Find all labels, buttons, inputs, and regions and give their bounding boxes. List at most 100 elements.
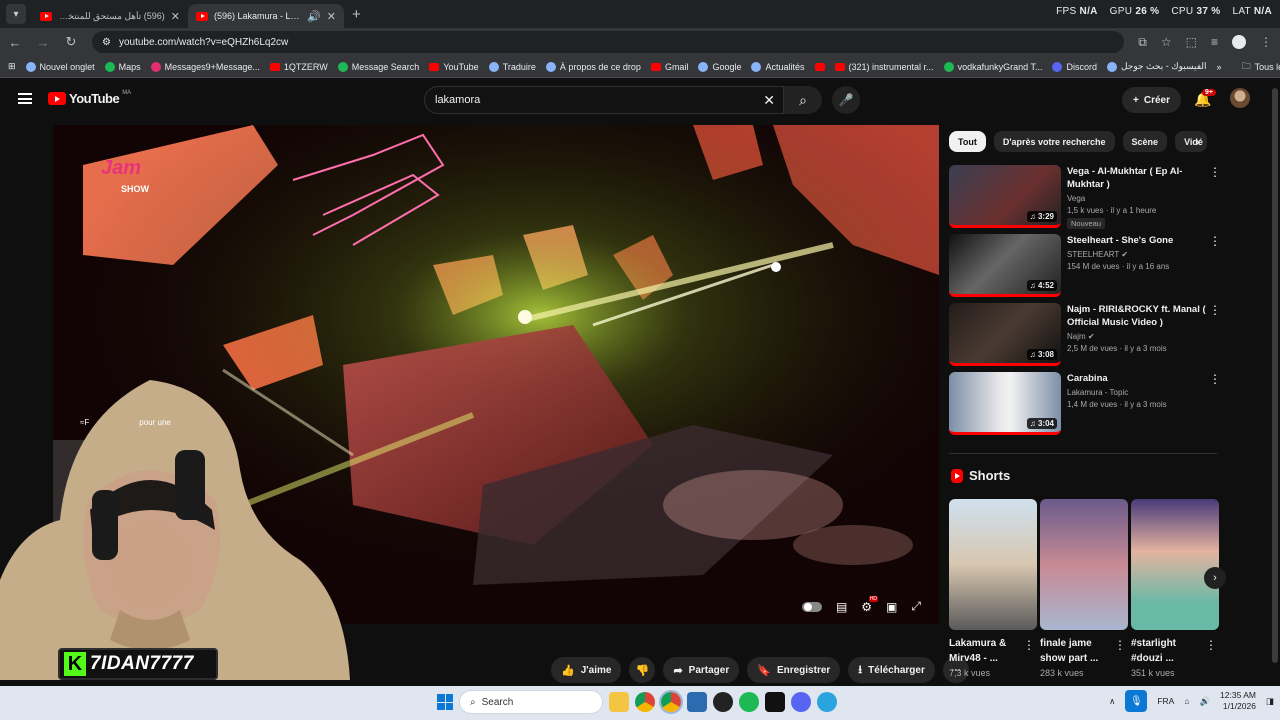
site-info-icon[interactable]: ⚙ bbox=[102, 37, 111, 48]
youtube-logo[interactable]: YouTube MA bbox=[48, 90, 131, 106]
short-item[interactable]: Lakamura & Mirv48 - ... 7,3 k vues ⋮ bbox=[949, 499, 1037, 678]
more-vert-icon[interactable]: ⋮ bbox=[1209, 372, 1221, 386]
more-vert-icon[interactable]: ⋮ bbox=[1023, 638, 1035, 652]
bookmark-item[interactable]: Message Search bbox=[337, 61, 419, 72]
discord-icon[interactable] bbox=[791, 692, 811, 712]
omnibox[interactable]: ⚙ youtube.com/watch?v=eQHZh6Lq2cw bbox=[92, 31, 1125, 53]
download-button[interactable]: ⭳ Télécharger bbox=[848, 657, 935, 683]
chip-all[interactable]: Tout bbox=[949, 131, 986, 152]
speaker-icon[interactable]: 🔊 bbox=[307, 10, 321, 23]
chrome-icon[interactable] bbox=[635, 692, 655, 712]
more-vert-icon[interactable]: ⋮ bbox=[1114, 638, 1126, 652]
save-button[interactable]: 🔖 Enregistrer bbox=[747, 657, 841, 683]
recommendation-item[interactable]: ♫ 3:29 Vega - Al-Mukhtar ( Ep Al-Mukhtar… bbox=[949, 165, 1221, 234]
search-input[interactable]: lakamora ✕ bbox=[424, 86, 784, 114]
short-thumbnail[interactable] bbox=[1040, 499, 1128, 630]
bookmark-item[interactable]: À propos de ce drop bbox=[545, 61, 641, 72]
dislike-button[interactable]: 👎 bbox=[629, 657, 656, 683]
bookmark-item[interactable]: (321) instrumental r... bbox=[834, 62, 934, 72]
channel-name[interactable]: Najm ✔ bbox=[1067, 332, 1207, 341]
star-icon[interactable]: ☆ bbox=[1161, 35, 1172, 49]
search-button[interactable]: ⌕ bbox=[784, 86, 822, 114]
bookmark-item[interactable]: Traduire bbox=[488, 61, 536, 72]
all-favorites-link[interactable]: Tous les favoris bbox=[1255, 62, 1280, 72]
chrome-icon[interactable] bbox=[659, 690, 683, 714]
video-thumbnail[interactable]: ♫ 4:52 bbox=[949, 234, 1061, 297]
video-title[interactable]: Vega - Al-Mukhtar ( Ep Al-Mukhtar ) bbox=[1067, 165, 1207, 191]
microphone-icon[interactable]: 🎙 bbox=[1125, 690, 1148, 712]
chevron-up-icon[interactable]: ∧ bbox=[1109, 696, 1115, 707]
notification-icon[interactable]: ◨ bbox=[1266, 696, 1274, 707]
extensions-icon[interactable]: ⬚ bbox=[1186, 35, 1197, 49]
tab-search-icon[interactable]: ▾ bbox=[6, 4, 26, 24]
video-thumbnail[interactable]: ♫ 3:08 bbox=[949, 303, 1061, 366]
shorts-next-button[interactable]: › bbox=[1204, 567, 1226, 589]
bookmark-item[interactable]: Google bbox=[698, 61, 741, 72]
more-vert-icon[interactable]: ⋮ bbox=[1205, 638, 1217, 652]
scroll-thumb[interactable] bbox=[1272, 88, 1278, 663]
bookmark-item[interactable]: Discord bbox=[1052, 61, 1097, 72]
like-button[interactable]: 👍 J'aime bbox=[551, 657, 622, 683]
language-indicator[interactable]: FRA bbox=[1157, 696, 1174, 706]
app-icon[interactable] bbox=[687, 692, 707, 712]
taskbar-search[interactable]: ⌕ Search bbox=[459, 690, 603, 714]
windows-start-icon[interactable] bbox=[437, 694, 453, 710]
video-title[interactable]: Steelheart - She's Gone bbox=[1067, 234, 1207, 247]
bookmark-item[interactable] bbox=[814, 62, 825, 71]
volume-icon[interactable]: 🔊 bbox=[1199, 696, 1210, 707]
miniplayer-icon[interactable]: ▣ bbox=[886, 600, 897, 614]
reading-list-icon[interactable]: ≡ bbox=[1211, 35, 1218, 49]
bookmark-item[interactable]: Gmail bbox=[650, 62, 688, 72]
recommendation-item[interactable]: ♫ 3:08 Najm - RIRI&ROCKY ft. Manal ( Off… bbox=[949, 303, 1221, 372]
recommendation-item[interactable]: ♫ 3:04 Carabina Lakamura - Topic 1,4 M d… bbox=[949, 372, 1221, 441]
chip-videos[interactable]: Vidé bbox=[1175, 131, 1208, 152]
close-tab-icon[interactable]: ✕ bbox=[171, 10, 180, 23]
short-item[interactable]: finale jame show part ... 283 k vues ⋮ bbox=[1040, 499, 1128, 678]
short-title[interactable]: Lakamura & Mirv48 - ... bbox=[949, 636, 1023, 666]
bookmark-item[interactable]: Nouvel onglet bbox=[25, 61, 95, 72]
url-text[interactable]: youtube.com/watch?v=eQHZh6Lq2cw bbox=[119, 37, 288, 48]
settings-icon[interactable]: ⚙ HD bbox=[861, 595, 879, 614]
chip-scene[interactable]: Scène bbox=[1122, 131, 1168, 152]
bookmark-item[interactable]: 1QTZERW bbox=[269, 62, 328, 72]
spotify-icon[interactable] bbox=[739, 692, 759, 712]
telegram-icon[interactable] bbox=[817, 692, 837, 712]
page-scrollbar[interactable] bbox=[1272, 88, 1278, 663]
menu-icon[interactable]: ⋮ bbox=[1260, 35, 1272, 49]
channel-name[interactable]: Lakamura - Topic bbox=[1067, 388, 1207, 397]
video-title[interactable]: Carabina bbox=[1067, 372, 1207, 385]
video-thumbnail[interactable]: ♫ 3:29 bbox=[949, 165, 1061, 228]
back-icon[interactable]: ← bbox=[8, 35, 22, 50]
fullscreen-icon[interactable]: ⤢ bbox=[911, 599, 921, 614]
bookmark-item[interactable]: Maps bbox=[104, 61, 141, 72]
video-thumbnail[interactable]: ♫ 3:04 bbox=[949, 372, 1061, 435]
voice-search-button[interactable]: 🎤 bbox=[832, 86, 860, 114]
tab-active[interactable]: (596) Lakamura - LOLE LOL 🔊 ✕ bbox=[188, 4, 344, 28]
plus-icon[interactable]: + bbox=[352, 6, 361, 23]
chip-search-based[interactable]: D'après votre recherche bbox=[993, 131, 1115, 152]
short-title[interactable]: #starlight #douzi ... bbox=[1131, 636, 1205, 666]
clear-search-icon[interactable]: ✕ bbox=[763, 92, 775, 109]
short-title[interactable]: finale jame show part ... bbox=[1040, 636, 1114, 666]
tab-inactive[interactable]: (596) تأهل مستحق للمنتخب الوطني ✕ bbox=[32, 4, 188, 28]
more-vert-icon[interactable]: ⋮ bbox=[1209, 165, 1221, 179]
short-thumbnail[interactable] bbox=[1131, 499, 1219, 630]
video-title[interactable]: Najm - RIRI&ROCKY ft. Manal ( Official M… bbox=[1067, 303, 1207, 329]
network-icon[interactable]: ⌂ bbox=[1184, 696, 1189, 706]
bookmark-item[interactable]: Actualités bbox=[751, 61, 805, 72]
create-button[interactable]: + Créer bbox=[1122, 87, 1181, 113]
kick-icon[interactable] bbox=[765, 692, 785, 712]
subtitles-icon[interactable]: ▤ bbox=[836, 600, 847, 614]
recommendation-item[interactable]: ♫ 4:52 Steelheart - She's Gone STEELHEAR… bbox=[949, 234, 1221, 303]
chevron-right-icon[interactable]: › bbox=[1195, 133, 1200, 149]
avatar[interactable] bbox=[1230, 88, 1250, 108]
channel-name[interactable]: STEELHEART ✔ bbox=[1067, 250, 1207, 259]
bookmark-item[interactable]: vodkafunkyGrand T... bbox=[943, 61, 1042, 72]
share-button[interactable]: ➦ Partager bbox=[663, 657, 740, 683]
forward-icon[interactable]: → bbox=[36, 35, 50, 50]
close-tab-icon[interactable]: ✕ bbox=[327, 10, 336, 23]
obs-icon[interactable] bbox=[713, 692, 733, 712]
search-value[interactable]: lakamora bbox=[435, 94, 480, 106]
profile-icon[interactable] bbox=[1232, 35, 1246, 49]
bookmark-item[interactable]: YouTube bbox=[429, 62, 479, 72]
